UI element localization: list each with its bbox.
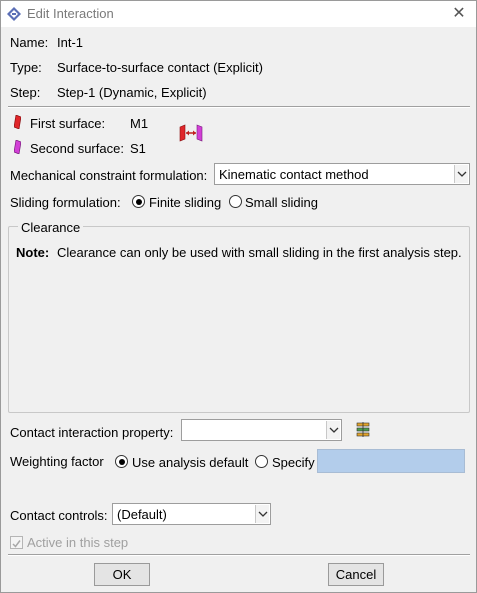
check-icon bbox=[12, 540, 21, 548]
first-surface-value: M1 bbox=[130, 116, 149, 131]
second-surface-icon bbox=[14, 140, 21, 154]
constraint-formulation-select[interactable]: Kinematic contact method bbox=[214, 163, 470, 185]
small-sliding-label[interactable]: Small sliding bbox=[245, 195, 318, 210]
contact-controls-select[interactable]: (Default) bbox=[112, 503, 271, 525]
close-button[interactable]: ✕ bbox=[448, 3, 470, 25]
separator bbox=[8, 554, 470, 556]
create-property-icon[interactable] bbox=[355, 421, 373, 439]
name-label: Name: bbox=[10, 35, 49, 50]
clearance-note-label: Note: bbox=[16, 245, 50, 260]
step-value: Step-1 (Dynamic, Explicit) bbox=[57, 85, 207, 100]
ok-button[interactable]: OK bbox=[94, 563, 150, 586]
title-bar: Edit Interaction ✕ bbox=[1, 1, 476, 27]
small-sliding-radio[interactable] bbox=[229, 195, 242, 208]
separator bbox=[8, 106, 470, 108]
name-value: Int-1 bbox=[57, 35, 84, 50]
chevron-down-icon[interactable] bbox=[454, 165, 468, 183]
use-analysis-default-label[interactable]: Use analysis default bbox=[132, 455, 248, 470]
weighting-factor-input[interactable] bbox=[317, 449, 465, 473]
first-surface-icon bbox=[14, 115, 21, 129]
active-in-step-checkbox[interactable] bbox=[10, 536, 23, 549]
active-in-step-label: Active in this step bbox=[27, 535, 129, 550]
window-title: Edit Interaction bbox=[27, 6, 114, 21]
close-icon: ✕ bbox=[452, 5, 466, 22]
chevron-down-icon[interactable] bbox=[326, 421, 340, 439]
weighting-factor-label: Weighting factor bbox=[10, 454, 104, 469]
constraint-formulation-label: Mechanical constraint formulation: bbox=[10, 168, 208, 183]
second-surface-label: Second surface: bbox=[30, 141, 124, 156]
contact-property-label: Contact interaction property: bbox=[10, 425, 174, 440]
constraint-formulation-value: Kinematic contact method bbox=[219, 167, 369, 182]
chevron-down-icon[interactable] bbox=[255, 505, 269, 523]
contact-property-select[interactable] bbox=[181, 419, 342, 441]
type-value: Surface-to-surface contact (Explicit) bbox=[57, 60, 263, 75]
specify-label[interactable]: Specify bbox=[272, 455, 315, 470]
abaqus-app-icon bbox=[7, 7, 21, 21]
step-label: Step: bbox=[10, 85, 41, 100]
contact-controls-value: (Default) bbox=[117, 507, 167, 522]
specify-radio[interactable] bbox=[255, 455, 268, 468]
edit-interaction-dialog: Edit Interaction ✕ Name: Int-1 Type: Sur… bbox=[0, 0, 477, 593]
second-surface-value: S1 bbox=[130, 141, 146, 156]
clearance-note-text: Clearance can only be used with small sl… bbox=[57, 245, 462, 260]
finite-sliding-label[interactable]: Finite sliding bbox=[149, 195, 221, 210]
cancel-button[interactable]: Cancel bbox=[328, 563, 384, 586]
contact-controls-label: Contact controls: bbox=[10, 508, 108, 523]
finite-sliding-radio[interactable] bbox=[132, 195, 145, 208]
clearance-group-title: Clearance bbox=[18, 220, 84, 235]
swap-surfaces-icon[interactable] bbox=[179, 124, 203, 142]
use-analysis-default-radio[interactable] bbox=[115, 455, 128, 468]
first-surface-label: First surface: bbox=[30, 116, 106, 131]
sliding-formulation-label: Sliding formulation: bbox=[10, 195, 121, 210]
type-label: Type: bbox=[10, 60, 42, 75]
